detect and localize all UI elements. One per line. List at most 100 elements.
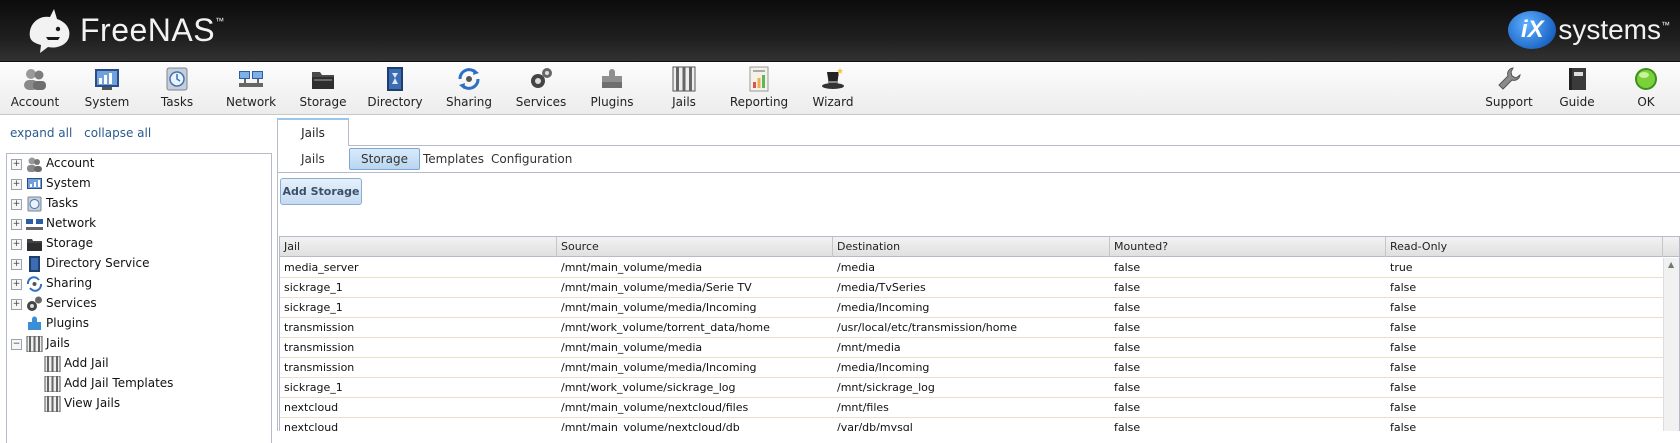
table-row[interactable]: sickrage_1/mnt/work_volume/sickrage_log /… [280,378,1663,398]
table-row[interactable]: transmission/mnt/main_volume/media/Incom… [280,358,1663,378]
toolbar-services-button[interactable]: Services [516,66,566,112]
toolbar-label: Guide [1559,95,1595,109]
tree-item-account[interactable]: + Account [7,154,271,174]
toolbar-status-button[interactable]: OK [1630,66,1662,112]
cell-source: /mnt/main_volume/media/Incoming [561,301,757,314]
toolbar-account-button[interactable]: Account [10,66,60,112]
toolbar-tasks-button[interactable]: Tasks [157,66,197,112]
scroll-up-icon[interactable]: ▲ [1668,260,1674,269]
toolbar-directory-button[interactable]: Directory [367,66,423,112]
cell-destination: /mnt/media [837,341,901,354]
table-row[interactable]: sickrage_1/mnt/main_volume/media/Incomin… [280,298,1663,318]
table-row[interactable]: media_server/mnt/main_volume/media/media… [280,258,1663,278]
tree-item-directory-service[interactable]: + Directory Service [7,254,271,274]
tree-item-label: Directory Service [46,256,150,270]
expand-icon[interactable]: + [11,179,22,190]
column-header-jail[interactable]: Jail [280,237,557,257]
column-header-source[interactable]: Source [557,237,833,257]
subtab-templates[interactable]: Templates [423,148,484,170]
toolbar-system-button[interactable]: System [84,66,130,112]
tree-item-label: Sharing [46,276,93,290]
add-storage-button[interactable]: Add Storage [280,178,362,205]
cell-read-only: false [1390,361,1417,374]
toolbar-label: Support [1485,95,1533,109]
column-header-destination[interactable]: Destination [833,237,1110,257]
tab-jails[interactable]: Jails [277,118,349,146]
tree-item-jails[interactable]: − Jails [7,334,271,354]
cell-read-only: true [1390,261,1413,274]
table-row[interactable]: transmission/mnt/work_volume/torrent_dat… [280,318,1663,338]
expand-icon[interactable]: + [11,279,22,290]
toolbar-storage-button[interactable]: Storage [298,66,348,112]
toolbar-guide-button[interactable]: Guide [1559,66,1595,112]
table-row[interactable]: nextcloud/mnt/main_volume/nextcloud/file… [280,398,1663,418]
cell-source: /mnt/main_volume/nextcloud/files [561,401,749,414]
jails-icon [44,396,61,412]
toolbar-label: Services [515,95,567,109]
cell-source: /mnt/main_volume/media [561,261,703,274]
collapse-icon[interactable]: − [11,339,22,350]
sharing-icon [26,276,43,292]
tree-item-services[interactable]: + Services [7,294,271,314]
subtab-jails[interactable]: Jails [301,148,325,170]
account-icon [24,69,46,90]
plugins-icon [28,316,41,330]
tree-item-storage[interactable]: + Storage [7,234,271,254]
services-icon [27,296,42,311]
toolbar-network-button[interactable]: Network [226,66,276,112]
table-row[interactable]: sickrage_1/mnt/main_volume/media/Serie T… [280,278,1663,298]
toolbar-plugins-button[interactable]: Plugins [589,66,635,112]
tree-item-label: Network [46,216,97,230]
tree-item-view-jails[interactable]: View Jails [7,394,271,414]
expand-icon[interactable]: + [11,259,22,270]
tree-item-plugins[interactable]: Plugins [7,314,271,334]
account-icon [27,157,42,172]
tree-item-tasks[interactable]: + Tasks [7,194,271,214]
tree-item-system[interactable]: + System [7,174,271,194]
table-row[interactable]: transmission/mnt/main_volume/media/mnt/m… [280,338,1663,358]
storage-table: Jail Source Destination Mounted? Read-On… [279,236,1680,431]
toolbar-label: Plugins [590,95,634,109]
network-icon [239,71,263,87]
tree-item-label: Jails [46,336,70,350]
toolbar-support-button[interactable]: Support [1485,66,1533,112]
cell-source: /mnt/main_volume/nextcloud/db [561,421,740,431]
table-row[interactable]: nextcloud/mnt/main_volume/nextcloud/db/v… [280,418,1663,431]
reporting-icon [749,66,769,92]
toolbar-label: OK [1637,95,1655,109]
cell-source: /mnt/work_volume/torrent_data/home [561,321,770,334]
table-scrollbar[interactable]: ▲ [1663,258,1679,431]
cell-source: /mnt/work_volume/sickrage_log [561,381,736,394]
cell-jail: sickrage_1 [284,301,343,314]
tree-item-add-jail-templates[interactable]: Add Jail Templates [7,374,271,394]
freenas-shark-icon [29,9,70,53]
toolbar-sharing-button[interactable]: Sharing [445,66,493,112]
expand-icon[interactable]: + [11,159,22,170]
expand-icon[interactable]: + [11,299,22,310]
vendor-logo[interactable]: iX systems™ [1508,8,1670,52]
expand-all-link[interactable]: expand all [10,126,72,140]
column-header-mounted[interactable]: Mounted? [1110,237,1386,257]
cell-destination: /media [837,261,875,274]
cell-destination: /mnt/sickrage_log [837,381,935,394]
toolbar-jails-button[interactable]: Jails [668,66,700,112]
subtab-configuration[interactable]: Configuration [491,148,572,170]
expand-icon[interactable]: + [11,219,22,230]
collapse-all-link[interactable]: collapse all [84,126,151,140]
cell-mounted: false [1114,421,1141,431]
tree-item-add-jail[interactable]: Add Jail [7,354,271,374]
toolbar-reporting-button[interactable]: Reporting [730,66,788,112]
toolbar-label: Network [225,95,277,109]
column-header-read-only[interactable]: Read-Only [1386,237,1663,257]
services-icon [531,68,552,88]
brand-logo[interactable]: FreeNAS™ [24,4,225,58]
tree-item-network[interactable]: + Network [7,214,271,234]
cell-read-only: false [1390,401,1417,414]
expand-icon[interactable]: + [11,239,22,250]
network-icon [26,219,43,230]
cell-jail: nextcloud [284,401,339,414]
expand-icon[interactable]: + [11,199,22,210]
subtab-storage[interactable]: Storage [349,148,420,170]
toolbar-wizard-button[interactable]: Wizard [811,66,855,112]
tree-item-sharing[interactable]: + Sharing [7,274,271,294]
